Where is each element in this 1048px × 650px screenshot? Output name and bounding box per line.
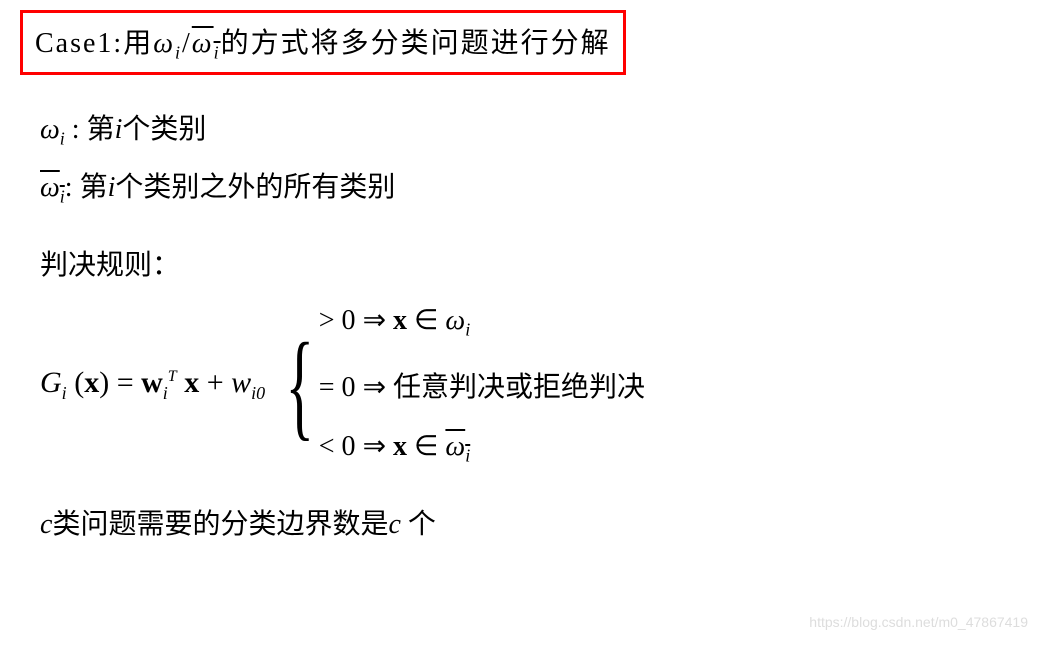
- c3-in: ∈: [414, 431, 445, 462]
- w-sup-T: T: [168, 368, 177, 385]
- def2-colon: : 第: [65, 172, 108, 203]
- c3-op: < 0: [319, 431, 363, 462]
- omega-symbol-2: ω: [192, 28, 214, 59]
- def1-text: 个类别: [122, 114, 206, 145]
- omega-def1: ω: [40, 114, 60, 145]
- title-prefix: Case1:用: [35, 28, 153, 59]
- c3-omega: ω: [445, 431, 465, 462]
- formula-left-side: Gi (x) = wiT x + wi0: [40, 366, 265, 404]
- x-vector: x: [84, 366, 99, 399]
- c2-text: 任意判决或拒绝判决: [386, 372, 645, 403]
- footer-c2: c: [388, 509, 400, 540]
- rule-label: 判决规则：: [40, 243, 1028, 283]
- title-suffix: 的方式将多分类问题进行分解: [221, 28, 611, 59]
- case-negative: < 0 ⇒ x ∈ ωi: [319, 429, 645, 467]
- c3-omega-bar: ωi: [445, 431, 470, 462]
- w-sub-i: i: [163, 383, 168, 403]
- slash: /: [182, 28, 192, 59]
- footer-c1: c: [40, 509, 52, 540]
- c1-in: ∈: [414, 305, 445, 336]
- footer-text1: 类问题需要的分类边界数是: [52, 509, 388, 540]
- c3-sub: i: [465, 446, 470, 466]
- definition-omega-i: ωi : 第i个类别: [40, 105, 1028, 155]
- left-brace: {: [286, 331, 315, 439]
- omega-bar-def2: ωi: [40, 172, 65, 203]
- rparen: ): [99, 366, 117, 399]
- def1-colon: : 第: [65, 114, 115, 145]
- cases-wrapper: { > 0 ⇒ x ∈ ωi = 0 ⇒ 任意判决或拒绝判决 < 0 ⇒ x ∈…: [271, 303, 645, 466]
- watermark-text: https://blog.csdn.net/m0_47867419: [809, 614, 1028, 630]
- w-scalar: w: [231, 366, 251, 399]
- case-zero: = 0 ⇒ 任意判决或拒绝判决: [319, 365, 645, 405]
- footer-text2: 个: [401, 509, 436, 540]
- G-symbol: G: [40, 366, 62, 399]
- c1-omega: ω: [445, 305, 465, 336]
- definition-omega-bar-i: ωi: 第i个类别之外的所有类别: [40, 163, 1028, 213]
- subscript-i-2: i: [214, 43, 221, 63]
- arrow-2: ⇒: [363, 372, 386, 403]
- lparen: (: [67, 366, 85, 399]
- arrow-1: ⇒: [363, 305, 386, 336]
- equals: =: [117, 366, 141, 399]
- x-vector-2: x: [184, 366, 199, 399]
- def2-text: 个类别之外的所有类别: [115, 172, 395, 203]
- title-highlight-box: Case1:用ωi/ωi的方式将多分类问题进行分解: [20, 10, 626, 75]
- definitions-block: ωi : 第i个类别 ωi: 第i个类别之外的所有类别: [40, 105, 1028, 214]
- w-sub-i0: i0: [251, 383, 265, 403]
- c3-x: x: [386, 431, 414, 462]
- c1-op: > 0: [319, 305, 363, 336]
- case-positive: > 0 ⇒ x ∈ ωi: [319, 303, 645, 341]
- subscript-i: i: [175, 43, 182, 63]
- c1-sub: i: [465, 320, 470, 340]
- arrow-3: ⇒: [363, 431, 386, 462]
- omega-symbol: ω: [153, 28, 175, 59]
- title-text: Case1:用ωi/ωi的方式将多分类问题进行分解: [35, 28, 611, 59]
- c2-op: = 0: [319, 372, 363, 403]
- plus: +: [199, 366, 231, 399]
- formula-block: Gi (x) = wiT x + wi0 { > 0 ⇒ x ∈ ωi = 0 …: [40, 303, 1028, 466]
- omega-bar: ωi: [192, 28, 221, 59]
- omega-def2: ω: [40, 172, 60, 203]
- footer-statement: c类问题需要的分类边界数是c 个: [40, 502, 1028, 542]
- w-vector: w: [141, 366, 163, 399]
- c1-x: x: [386, 305, 414, 336]
- cases-list: > 0 ⇒ x ∈ ωi = 0 ⇒ 任意判决或拒绝判决 < 0 ⇒ x ∈ ω…: [319, 303, 645, 466]
